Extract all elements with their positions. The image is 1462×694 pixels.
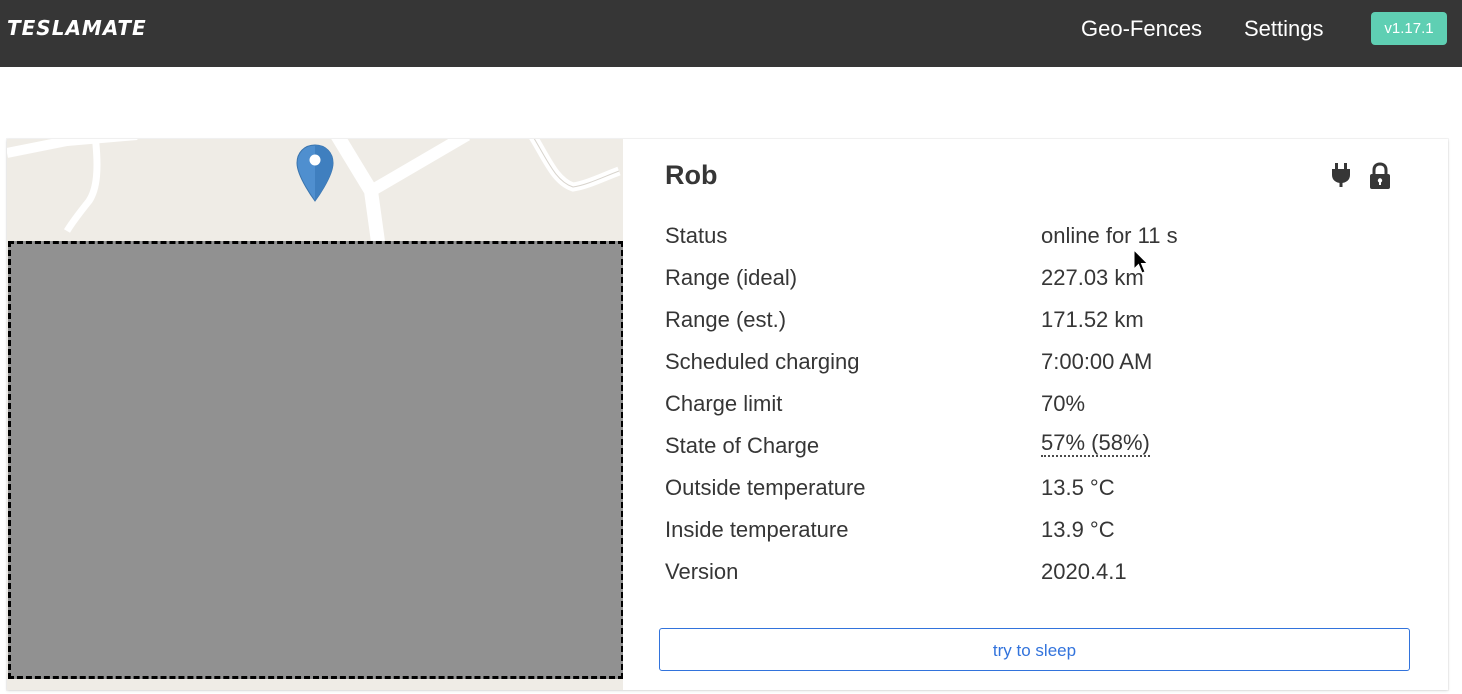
version-badge[interactable]: v1.17.1 [1371,12,1447,45]
car-card: Rob Status online for 11 s Range (ideal)… [7,139,1448,690]
scheduled-charging-row: Scheduled charging 7:00:00 AM [665,347,1405,389]
plug-icon [1332,163,1350,187]
scheduled-charging-value: 7:00:00 AM [1041,349,1153,374]
state-of-charge-label: State of Charge [665,433,820,458]
version-row: Version 2020.4.1 [665,557,1405,599]
status-label: Status [665,223,728,248]
map-pin-icon[interactable] [295,143,335,205]
outside-temperature-label: Outside temperature [665,475,866,500]
status-value: online for 11 s [1041,223,1178,248]
charge-limit-label: Charge limit [665,391,783,416]
state-of-charge-row: State of Charge 57% (58%) [665,431,1405,473]
car-name: Rob [665,160,718,190]
scheduled-charging-label: Scheduled charging [665,349,860,374]
state-of-charge-value[interactable]: 57% (58%) [1041,431,1150,457]
outside-temperature-row: Outside temperature 13.5 °C [665,473,1405,515]
map-placeholder [8,241,623,679]
version-label: Version [665,559,739,584]
range-ideal-value: 227.03 km [1041,265,1144,290]
charge-limit-row: Charge limit 70% [665,389,1405,431]
nav-settings-link[interactable]: Settings [1244,15,1324,43]
inside-temperature-value: 13.9 °C [1041,517,1115,542]
status-row: Status online for 11 s [665,221,1405,263]
top-navbar: TESLAMATE Geo-Fences Settings v1.17.1 [0,0,1462,67]
location-map[interactable] [7,139,623,690]
car-info-panel: Rob Status online for 11 s Range (ideal)… [623,139,1448,690]
range-est-row: Range (est.) 171.52 km [665,305,1405,347]
brand-logo[interactable]: TESLAMATE [7,16,147,40]
lock-icon [1370,162,1390,189]
mouse-cursor-icon [1133,249,1149,274]
range-est-label: Range (est.) [665,307,787,332]
version-value: 2020.4.1 [1041,559,1127,584]
inside-temperature-row: Inside temperature 13.9 °C [665,515,1405,557]
car-status-icons [1330,161,1410,191]
range-ideal-label: Range (ideal) [665,265,798,290]
outside-temperature-value: 13.5 °C [1041,475,1115,500]
nav-geo-fences-link[interactable]: Geo-Fences [1081,15,1202,43]
inside-temperature-label: Inside temperature [665,517,849,542]
charge-limit-value: 70% [1041,391,1086,416]
try-to-sleep-button[interactable]: try to sleep [659,628,1410,671]
range-ideal-row: Range (ideal) 227.03 km [665,263,1405,305]
range-est-value: 171.52 km [1041,307,1144,332]
